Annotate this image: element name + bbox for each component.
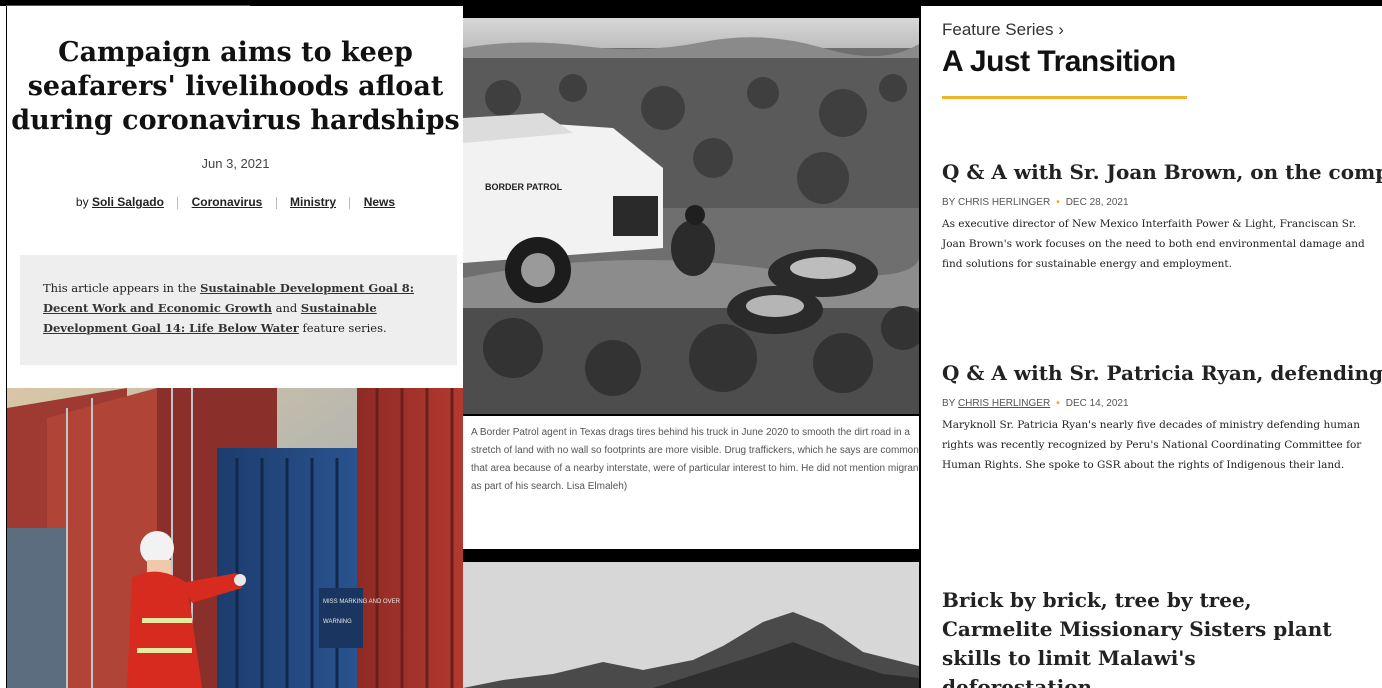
truck-label: BORDER PATROL xyxy=(485,182,563,192)
tag-link-news[interactable]: News xyxy=(364,195,395,209)
hero-image-shipping-containers: MISS MARKING AND OVER WARNING xyxy=(7,388,464,688)
notice-prefix: This article appears in the xyxy=(43,281,197,295)
series-breadcrumb[interactable]: Feature Series › xyxy=(942,20,1064,40)
container-sign-1: MISS MARKING AND OVER xyxy=(323,599,401,605)
article-meta: BY CHRIS HERLINGER • DEC 28, 2021 xyxy=(942,197,1382,208)
mountain-illustration xyxy=(463,562,919,688)
series-accent-rule xyxy=(942,96,1187,99)
article-title-link[interactable]: Q & A with Sr. Patricia Ryan, defending … xyxy=(942,359,1382,388)
containers-illustration: MISS MARKING AND OVER WARNING xyxy=(7,388,464,688)
byline-separator xyxy=(349,196,351,209)
byline-separator xyxy=(177,196,179,209)
byline-separator xyxy=(275,196,277,209)
article-item: Q & A with Sr. Patricia Ryan, defending … xyxy=(942,359,1382,475)
author-prefix: BY xyxy=(942,398,956,409)
article-date: DEC 14, 2021 xyxy=(1065,398,1129,409)
mountain-photo xyxy=(463,562,919,688)
byline: by Soli Salgado Coronavirus Ministry New… xyxy=(7,195,464,209)
article-item: Q & A with Sr. Joan Brown, on the comple… xyxy=(942,158,1382,274)
byline-prefix: by xyxy=(75,195,89,209)
border-patrol-illustration: BORDER PATROL xyxy=(463,18,919,414)
article-panel: Campaign aims to keep seafarers' livelih… xyxy=(6,6,464,688)
series-title: A Just Transition xyxy=(942,45,1176,78)
article-excerpt: Maryknoll Sr. Patricia Ryan's nearly fiv… xyxy=(942,419,1362,471)
article-item: Brick by brick, tree by tree, Carmelite … xyxy=(942,586,1382,688)
meta-dot: • xyxy=(1056,398,1060,409)
feature-series-panel: Feature Series › A Just Transition Q & A… xyxy=(919,6,1382,688)
article-author: BY CHRIS HERLINGER xyxy=(942,197,1051,208)
border-patrol-photo: BORDER PATROL xyxy=(463,18,919,414)
photo-caption: A Border Patrol agent in Texas drags tir… xyxy=(471,427,919,492)
article-date: Jun 3, 2021 xyxy=(201,156,270,171)
notice-and: and xyxy=(275,301,298,315)
tag-link-coronavirus[interactable]: Coronavirus xyxy=(192,195,263,209)
article-headline: Campaign aims to keep seafarers' livelih… xyxy=(11,37,460,136)
tag-link-ministry[interactable]: Ministry xyxy=(290,195,336,209)
article-meta: BY CHRIS HERLINGER • DEC 14, 2021 xyxy=(942,398,1382,409)
photo-panel: BORDER PATROL A Border Patrol agent in T… xyxy=(463,6,919,688)
container-sign-2: WARNING xyxy=(323,619,352,625)
notice-suffix: feature series. xyxy=(302,321,387,335)
author-link[interactable]: CHRIS HERLINGER xyxy=(958,398,1050,409)
photo-caption-box: A Border Patrol agent in Texas drags tir… xyxy=(463,416,919,549)
author-link[interactable]: Soli Salgado xyxy=(92,195,164,209)
series-notice: This article appears in the Sustainable … xyxy=(20,255,457,365)
meta-dot: • xyxy=(1056,197,1060,208)
article-title-link[interactable]: Brick by brick, tree by tree, Carmelite … xyxy=(942,586,1332,688)
article-title-link[interactable]: Q & A with Sr. Joan Brown, on the comple… xyxy=(942,158,1382,187)
article-date: DEC 28, 2021 xyxy=(1065,197,1129,208)
article-excerpt: As executive director of New Mexico Inte… xyxy=(942,218,1365,270)
